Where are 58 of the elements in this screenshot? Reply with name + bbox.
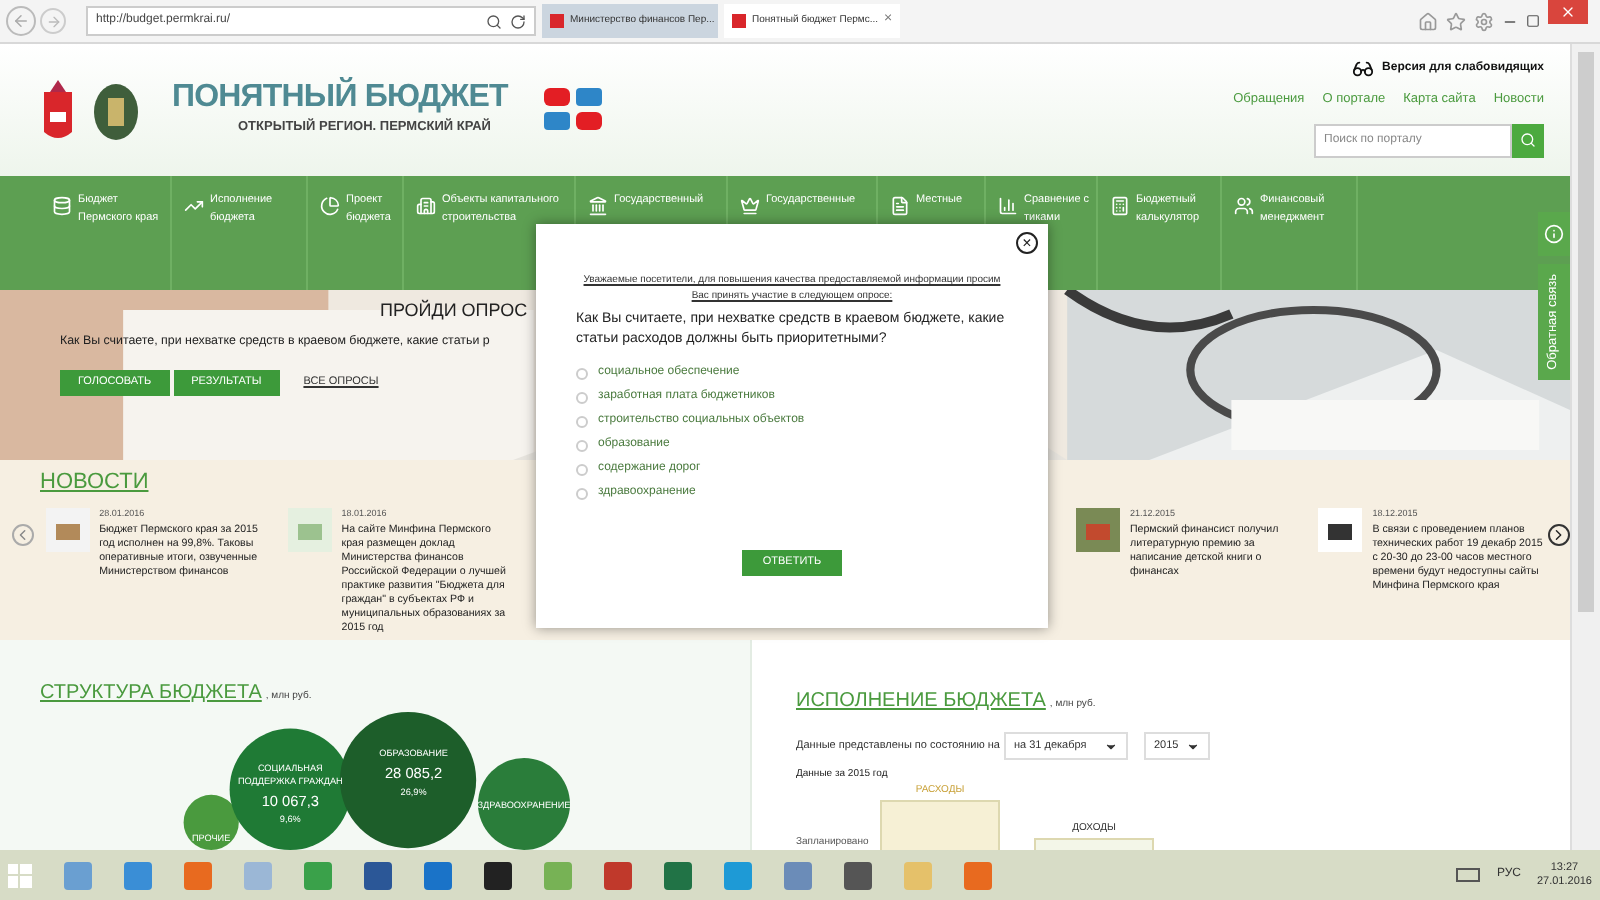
back-button[interactable]: [6, 6, 36, 36]
search-button[interactable]: [1512, 123, 1544, 158]
search-icon[interactable]: [486, 13, 502, 29]
favorites-icon[interactable]: [1446, 11, 1466, 31]
search-icon: [1520, 132, 1536, 149]
close-window-button[interactable]: [1548, 0, 1588, 24]
crown-icon: [740, 196, 760, 216]
radio-button[interactable]: [576, 487, 588, 499]
restore-icon[interactable]: [1526, 14, 1540, 28]
dropdown-caret-icon: [1103, 739, 1118, 753]
taskbar-app-icon[interactable]: [364, 861, 392, 889]
site-icon: [732, 14, 746, 28]
radio-button[interactable]: [576, 367, 588, 379]
news-heading[interactable]: НОВОСТИ: [40, 466, 149, 499]
speech-bubbles-icon: [543, 88, 604, 132]
landmark-icon: [588, 196, 608, 216]
close-icon: [1560, 4, 1576, 20]
bar-chart-icon: [998, 196, 1018, 216]
chart-line-icon: [184, 196, 204, 216]
document-icon: [890, 196, 910, 216]
close-button[interactable]: ×: [1016, 232, 1038, 254]
glasses-icon: [1352, 58, 1375, 80]
structure-heading[interactable]: СТРУКТУРА БЮДЖЕТА: [40, 678, 262, 708]
dropdown-caret-icon: [1185, 739, 1200, 753]
home-icon[interactable]: [1418, 11, 1438, 31]
execution-heading[interactable]: ИСПОЛНЕНИЕ БЮДЖЕТА: [796, 686, 1046, 716]
calculator-icon: [1110, 196, 1130, 216]
settings-icon[interactable]: [1474, 11, 1494, 31]
pie-chart-icon: [320, 196, 340, 216]
coat-of-arms-icon: [40, 76, 76, 144]
logo-title: ПОНЯТНЫЙ БЮДЖЕТ: [172, 82, 508, 115]
keyboard-icon[interactable]: [1456, 868, 1481, 882]
news-thumbnail-icon: [287, 507, 332, 551]
building-icon: [416, 196, 436, 216]
budget-bar: [880, 799, 1000, 850]
taskbar-app-icon[interactable]: [844, 861, 872, 889]
refresh-icon[interactable]: [510, 13, 526, 29]
database-icon: [52, 196, 72, 216]
forward-button[interactable]: [40, 8, 66, 34]
forward-arrow-icon: [45, 13, 61, 29]
news-thumbnail-icon: [1318, 507, 1363, 551]
radio-button[interactable]: [576, 391, 588, 403]
back-arrow-icon: [12, 12, 30, 30]
radio-button[interactable]: [576, 463, 588, 475]
news-thumbnail-icon: [1075, 507, 1120, 551]
site-icon: [550, 14, 564, 28]
bubble-value: 10 067,3: [261, 791, 319, 810]
taskbar-app-icon[interactable]: [484, 861, 512, 889]
info-icon: [1544, 224, 1564, 244]
poll-title: ПРОЙДИ ОПРОС: [380, 298, 528, 324]
start-icon[interactable]: [8, 863, 32, 887]
radio-button[interactable]: [576, 439, 588, 451]
people-icon: [1234, 196, 1254, 216]
emblem-icon: [92, 78, 140, 142]
bubble-value: 28 085,2: [384, 764, 443, 783]
info-tab[interactable]: [1538, 212, 1570, 256]
radio-button[interactable]: [576, 415, 588, 427]
news-thumbnail-icon: [45, 507, 90, 551]
